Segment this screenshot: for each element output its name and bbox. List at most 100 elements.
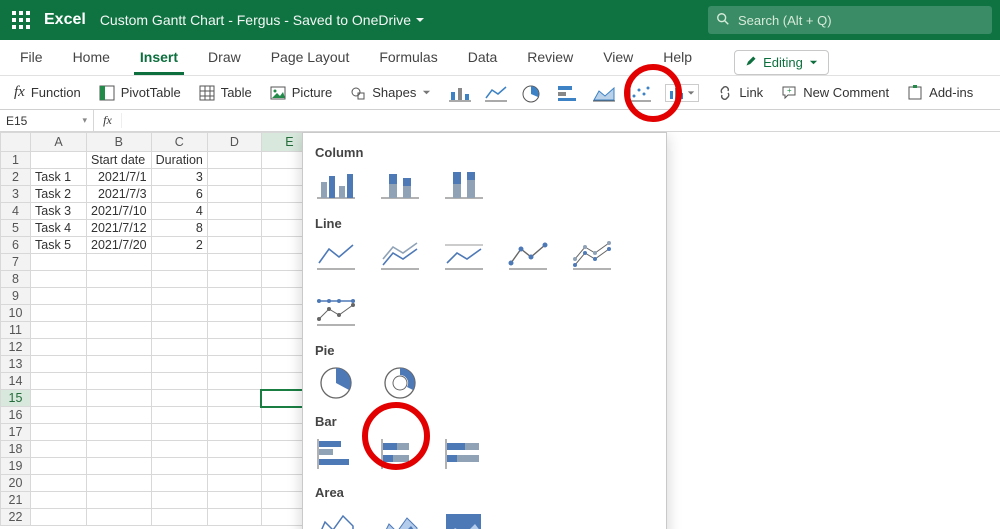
tab-view[interactable]: View [597,41,639,75]
shapes-button[interactable]: Shapes [350,85,431,101]
cell[interactable] [207,152,261,169]
stacked-line-icon[interactable] [379,239,421,273]
cell[interactable] [31,288,87,305]
cell[interactable] [87,271,152,288]
cell[interactable] [151,390,207,407]
cell[interactable]: Duration [151,152,207,169]
row-header[interactable]: 22 [1,509,31,526]
row-header[interactable]: 3 [1,186,31,203]
addins-button[interactable]: Add-ins [907,85,973,101]
cell[interactable] [151,509,207,526]
cell[interactable]: 8 [151,220,207,237]
cell[interactable] [151,441,207,458]
cell[interactable] [207,424,261,441]
cell[interactable] [207,186,261,203]
row-header[interactable]: 9 [1,288,31,305]
cell[interactable] [207,305,261,322]
cell[interactable] [151,254,207,271]
column-header[interactable]: D [207,133,261,152]
cell[interactable]: 6 [151,186,207,203]
cell[interactable] [31,356,87,373]
tab-file[interactable]: File [14,41,49,75]
cell[interactable] [207,254,261,271]
cell[interactable] [151,305,207,322]
cell[interactable] [151,373,207,390]
row-header[interactable]: 15 [1,390,31,407]
line-icon[interactable] [315,239,357,273]
row-header[interactable]: 1 [1,152,31,169]
select-all-corner[interactable] [1,133,31,152]
cell[interactable] [207,237,261,254]
column-chart-icon[interactable] [449,84,471,102]
cell[interactable]: Start date [87,152,152,169]
app-launcher-icon[interactable] [12,11,30,29]
cell[interactable]: 2021/7/20 [87,237,152,254]
cell[interactable] [87,458,152,475]
cell[interactable]: Task 2 [31,186,87,203]
picture-button[interactable]: Picture [270,85,332,101]
cell[interactable] [31,339,87,356]
cell[interactable] [207,407,261,424]
cell[interactable] [31,509,87,526]
cell[interactable] [151,407,207,424]
cell[interactable] [31,305,87,322]
tab-home[interactable]: Home [67,41,116,75]
cell[interactable]: 2021/7/3 [87,186,152,203]
cell[interactable] [207,339,261,356]
cell[interactable] [207,288,261,305]
column-header[interactable]: B [87,133,152,152]
stacked-line-markers-icon[interactable] [571,239,613,273]
tab-help[interactable]: Help [657,41,698,75]
cell[interactable] [87,288,152,305]
row-header[interactable]: 14 [1,373,31,390]
cell[interactable] [87,356,152,373]
cell[interactable] [207,356,261,373]
cell[interactable] [31,152,87,169]
cell[interactable]: 3 [151,169,207,186]
line-chart-icon[interactable] [485,84,507,102]
cell[interactable] [207,475,261,492]
cell[interactable] [207,169,261,186]
row-header[interactable]: 16 [1,407,31,424]
cell[interactable]: 2021/7/10 [87,203,152,220]
100-stacked-bar-icon[interactable] [443,437,485,471]
cell[interactable] [151,322,207,339]
document-title[interactable]: Custom Gantt Chart - Fergus - Saved to O… [100,12,425,28]
row-header[interactable]: 18 [1,441,31,458]
scatter-chart-icon[interactable] [629,84,651,102]
cell[interactable] [87,424,152,441]
cell[interactable] [151,271,207,288]
row-header[interactable]: 11 [1,322,31,339]
cell[interactable] [151,458,207,475]
cell[interactable] [207,492,261,509]
cell[interactable] [207,322,261,339]
column-header[interactable]: C [151,133,207,152]
tab-formulas[interactable]: Formulas [373,41,443,75]
cell[interactable] [207,441,261,458]
row-header[interactable]: 21 [1,492,31,509]
row-header[interactable]: 12 [1,339,31,356]
cell[interactable] [31,441,87,458]
table-button[interactable]: Table [199,85,252,101]
100-stacked-line-markers-icon[interactable] [315,295,357,329]
cell[interactable] [31,458,87,475]
row-header[interactable]: 19 [1,458,31,475]
row-header[interactable]: 17 [1,424,31,441]
cell[interactable]: Task 3 [31,203,87,220]
cell[interactable] [87,390,152,407]
row-header[interactable]: 8 [1,271,31,288]
editing-mode-button[interactable]: Editing [734,50,829,75]
cell[interactable] [151,492,207,509]
cell[interactable] [151,424,207,441]
cell[interactable] [87,322,152,339]
tab-insert[interactable]: Insert [134,41,184,75]
cell[interactable] [207,509,261,526]
cell[interactable] [31,373,87,390]
100-stacked-line-icon[interactable] [443,239,485,273]
name-box[interactable]: E15▾ [0,110,94,131]
cell[interactable] [207,203,261,220]
row-header[interactable]: 4 [1,203,31,220]
row-header[interactable]: 6 [1,237,31,254]
tab-data[interactable]: Data [462,41,504,75]
cell[interactable] [87,407,152,424]
